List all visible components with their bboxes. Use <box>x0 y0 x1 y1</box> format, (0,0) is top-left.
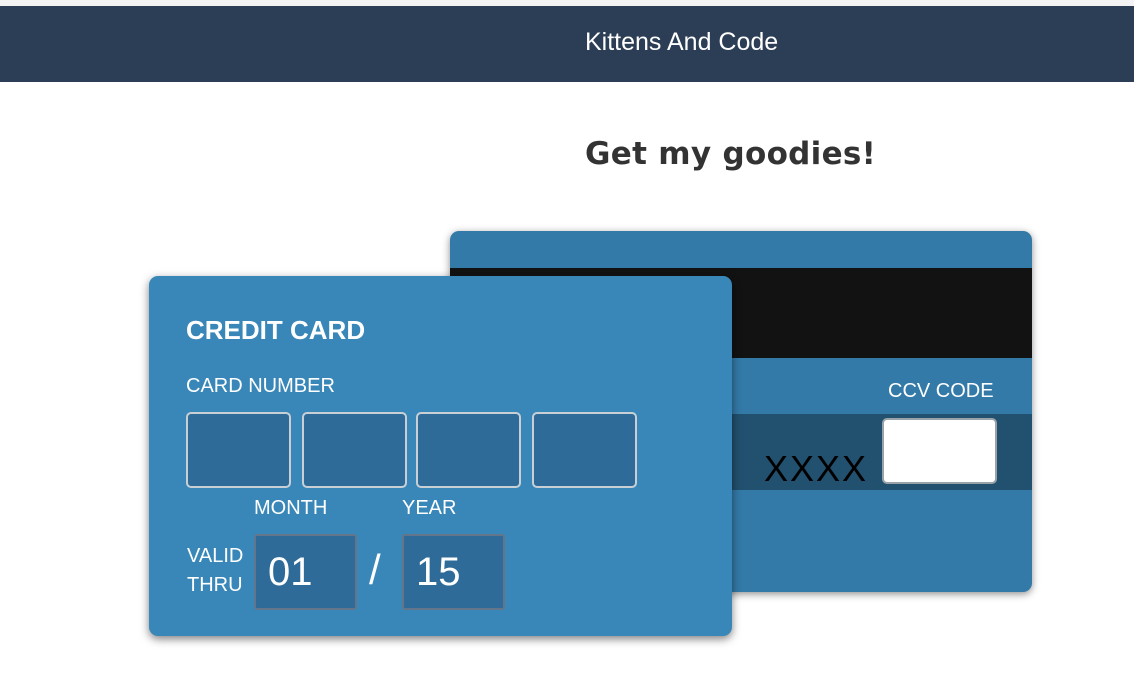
month-label: MONTH <box>254 497 328 519</box>
brand-link[interactable]: Kittens And Code <box>585 28 778 57</box>
card-number-group-3[interactable] <box>416 412 521 488</box>
expiry-year-input[interactable] <box>402 534 505 610</box>
navbar: Kittens And Code <box>0 6 1134 82</box>
valid-label-line1: VALID <box>187 545 244 567</box>
page-title: Get my goodies! <box>585 136 877 172</box>
card-number-label: CARD NUMBER <box>186 375 335 397</box>
ccv-input[interactable] <box>882 418 997 484</box>
card-front: CREDIT CARD CARD NUMBER MONTH YEAR VALID… <box>149 276 732 636</box>
card-title: CREDIT CARD <box>186 315 366 345</box>
valid-label-line2: THRU <box>187 574 243 596</box>
card-number-group-4[interactable] <box>532 412 637 488</box>
year-label: YEAR <box>402 497 457 519</box>
card-number-group-2[interactable] <box>302 412 407 488</box>
ccv-masked-text: XXXX <box>764 448 869 489</box>
ccv-label: CCV CODE <box>888 380 994 402</box>
expiry-month-input[interactable] <box>254 534 357 610</box>
valid-thru-label: VALID THRU <box>187 542 243 600</box>
expiry-separator: / <box>369 546 381 593</box>
card-number-group-1[interactable] <box>186 412 291 488</box>
